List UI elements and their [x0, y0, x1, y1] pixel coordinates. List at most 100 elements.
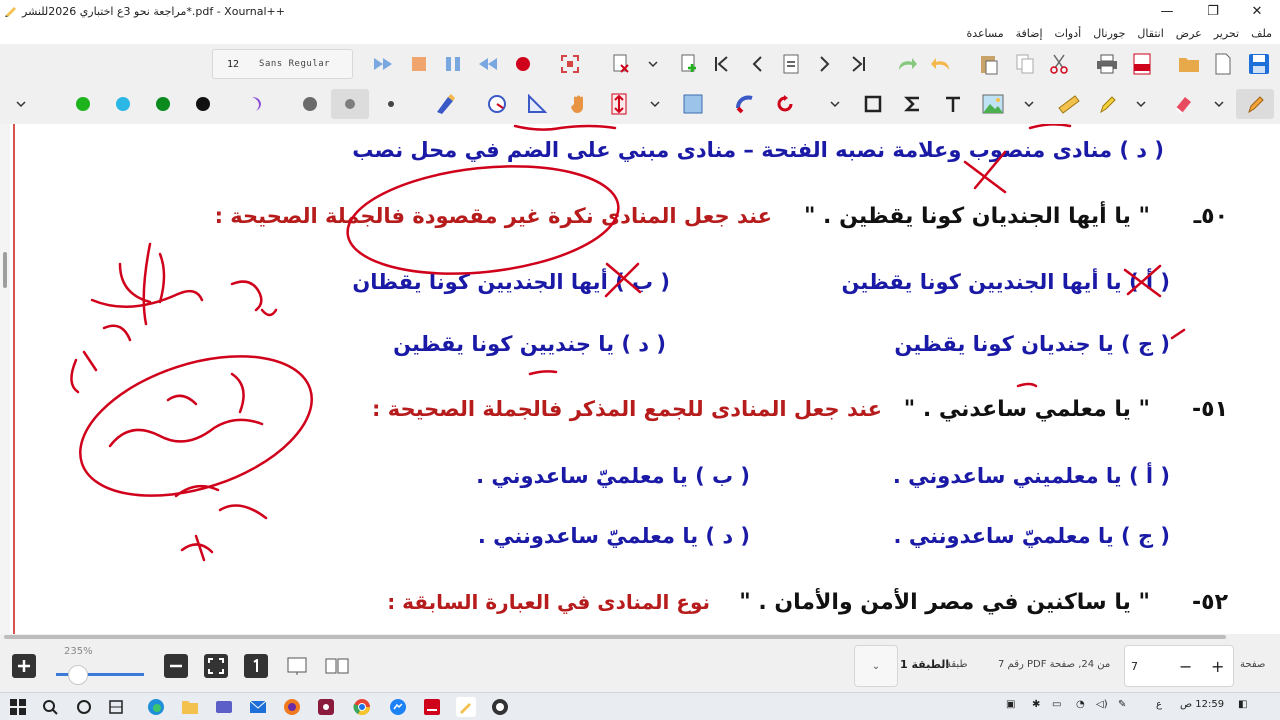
open-folder-icon[interactable]: [1176, 51, 1202, 77]
record-icon[interactable]: [510, 51, 536, 77]
page-decrement-button[interactable]: −: [1179, 657, 1192, 676]
pen-settings-icon[interactable]: [432, 91, 458, 117]
page-increment-button[interactable]: +: [1211, 657, 1224, 676]
goto-page-icon[interactable]: [778, 51, 804, 77]
setsquare-icon[interactable]: [524, 91, 550, 117]
file-explorer-icon[interactable]: [180, 697, 200, 717]
text-tool-icon[interactable]: [940, 91, 966, 117]
font-selector[interactable]: 12 Sans Regular: [212, 49, 353, 79]
teams-icon[interactable]: [214, 697, 234, 717]
ruler-icon[interactable]: [1056, 91, 1082, 117]
thickness-medium-icon[interactable]: [331, 89, 369, 119]
clock[interactable]: 12:59 ص: [1180, 699, 1224, 710]
firefox-icon[interactable]: [282, 697, 302, 717]
minimize-button[interactable]: —: [1144, 0, 1190, 22]
chevron-down-icon[interactable]: [640, 51, 666, 77]
tray-app-icon[interactable]: ▣: [1006, 699, 1015, 710]
menu-help[interactable]: مساعدة: [966, 27, 1003, 40]
color-dark-green-icon[interactable]: [150, 91, 176, 117]
zoom-in-icon[interactable]: [12, 654, 36, 678]
menu-navigate[interactable]: انتقال: [1137, 27, 1163, 40]
chevron-down-icon[interactable]: [8, 91, 34, 117]
paste-icon[interactable]: [976, 51, 1002, 77]
eraser-tool-icon[interactable]: [1170, 91, 1196, 117]
document-canvas[interactable]: ( د ) منادى منصوب وعلامة نصبه الفتحة – م…: [0, 124, 1280, 640]
widgets-icon[interactable]: [106, 697, 126, 717]
vertical-scrollbar[interactable]: [0, 124, 10, 640]
highlighter-icon[interactable]: [1094, 91, 1120, 117]
page-number-input[interactable]: 7: [1131, 660, 1138, 673]
task-view-icon[interactable]: [74, 697, 94, 717]
mail-icon[interactable]: [248, 697, 268, 717]
pause-icon[interactable]: [440, 51, 466, 77]
menu-tools[interactable]: أدوات: [1055, 27, 1082, 40]
cut-icon[interactable]: [1046, 51, 1072, 77]
xournal-taskbar-icon[interactable]: [456, 697, 476, 717]
image-icon[interactable]: [980, 91, 1006, 117]
chevron-down-icon[interactable]: [1016, 91, 1042, 117]
windows-start-icon[interactable]: [8, 697, 28, 717]
hand-icon[interactable]: [566, 91, 592, 117]
media-app-icon[interactable]: [316, 697, 336, 717]
rotate-icon[interactable]: [772, 91, 798, 117]
previous-page-icon[interactable]: [744, 51, 770, 77]
obs-icon[interactable]: [490, 697, 510, 717]
fullscreen-icon[interactable]: [557, 51, 583, 77]
delete-page-icon[interactable]: [608, 51, 634, 77]
bluetooth-icon[interactable]: ✱: [1032, 699, 1040, 710]
thickness-small-icon[interactable]: [378, 91, 404, 117]
first-page-icon[interactable]: [708, 51, 734, 77]
page-spinner[interactable]: 7 − +: [1124, 645, 1234, 687]
volume-icon[interactable]: ◁): [1096, 699, 1108, 710]
add-page-icon[interactable]: [676, 51, 702, 77]
math-tex-icon[interactable]: [900, 91, 926, 117]
save-icon[interactable]: [1246, 51, 1272, 77]
color-cyan-icon[interactable]: [110, 91, 136, 117]
layer-dropdown[interactable]: ⌄: [854, 645, 898, 687]
chevron-down-icon[interactable]: [822, 91, 848, 117]
chevron-down-icon[interactable]: [642, 91, 668, 117]
input-language[interactable]: ع: [1156, 699, 1162, 710]
zoom-out-icon[interactable]: [164, 654, 188, 678]
menu-plugin[interactable]: إضافة: [1016, 27, 1043, 40]
redo-icon[interactable]: [894, 51, 920, 77]
stop-icon[interactable]: [406, 51, 432, 77]
thickness-large-icon[interactable]: [297, 91, 323, 117]
single-page-icon[interactable]: [284, 654, 310, 678]
rewind-icon[interactable]: [475, 51, 501, 77]
restore-button[interactable]: ❐: [1190, 0, 1236, 22]
chrome-icon[interactable]: [352, 697, 372, 717]
notifications-icon[interactable]: ◧: [1238, 699, 1247, 710]
zoom-fit-icon[interactable]: [204, 654, 228, 678]
menu-view[interactable]: عرض: [1176, 27, 1202, 40]
color-picker-icon[interactable]: [244, 91, 270, 117]
zoom-100-icon[interactable]: [244, 654, 268, 678]
menu-edit[interactable]: تحرير: [1214, 27, 1239, 40]
last-page-icon[interactable]: [846, 51, 872, 77]
select-rect-icon[interactable]: [680, 91, 706, 117]
network-icon[interactable]: ◔: [1076, 699, 1085, 710]
zoom-slider-handle[interactable]: [68, 665, 88, 685]
export-pdf-icon[interactable]: [1129, 51, 1155, 77]
chevron-down-icon[interactable]: [1206, 91, 1232, 117]
chevron-down-icon[interactable]: [1128, 91, 1154, 117]
undo-icon[interactable]: [928, 51, 954, 77]
copy-icon[interactable]: [1012, 51, 1038, 77]
color-black-icon[interactable]: [190, 91, 216, 117]
new-document-icon[interactable]: [1210, 51, 1236, 77]
pen-tool-icon[interactable]: [1236, 89, 1274, 119]
tray-app2-icon[interactable]: ✎: [1118, 699, 1126, 710]
search-icon[interactable]: [40, 697, 60, 717]
close-button[interactable]: ✕: [1234, 0, 1280, 22]
pdf-reader-icon[interactable]: [422, 697, 442, 717]
dual-page-icon[interactable]: [324, 654, 350, 678]
compass-icon[interactable]: [484, 91, 510, 117]
color-green-icon[interactable]: [70, 91, 96, 117]
fast-forward-icon[interactable]: [370, 51, 396, 77]
messenger-icon[interactable]: [388, 697, 408, 717]
menu-file[interactable]: ملف: [1251, 27, 1272, 40]
eraser-icon[interactable]: [732, 91, 758, 117]
menu-journal[interactable]: جورنال: [1093, 27, 1125, 40]
edge-icon[interactable]: [146, 697, 166, 717]
print-icon[interactable]: [1094, 51, 1120, 77]
